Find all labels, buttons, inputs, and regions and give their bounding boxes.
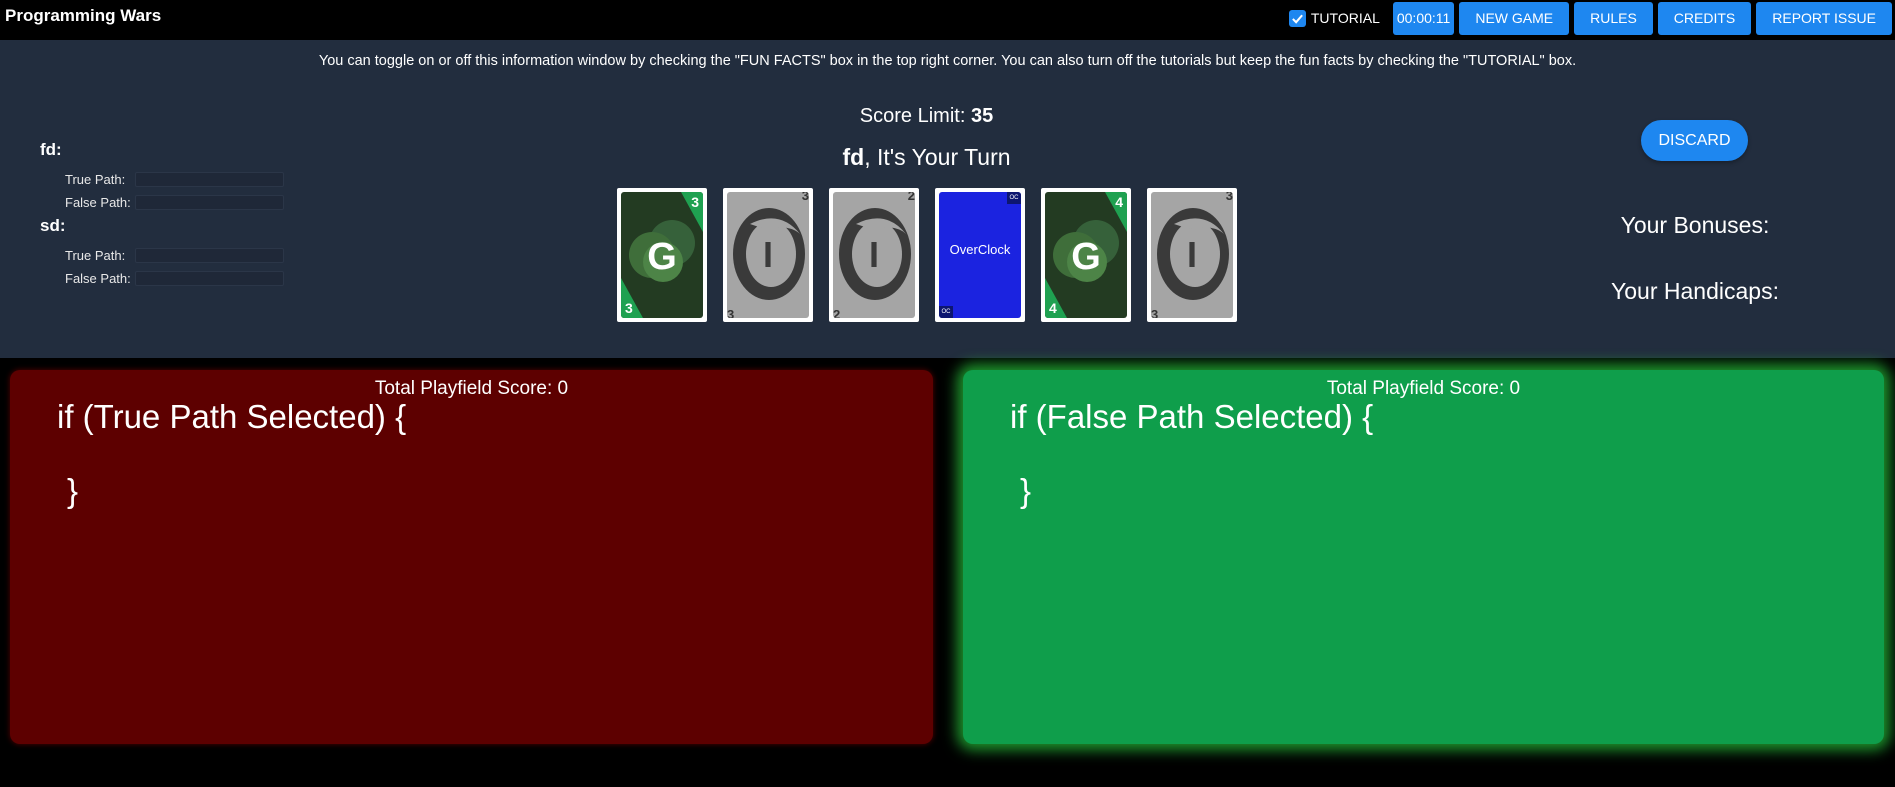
score-limit: Score Limit: 35 xyxy=(0,105,1853,128)
card-value: 3 xyxy=(801,192,809,203)
rules-button[interactable]: RULES xyxy=(1574,1,1653,35)
card-badge: OC xyxy=(939,306,953,318)
card-letter: I xyxy=(1186,234,1197,275)
true-path-label: True Path: xyxy=(65,248,126,263)
playfield-code-close: } xyxy=(1020,472,1032,509)
card-face: G 3 3 xyxy=(621,192,703,318)
true-path-row: True Path: xyxy=(65,244,284,267)
card-badge: OC xyxy=(1007,192,1021,204)
card-face: I 3 3 xyxy=(727,192,809,318)
card-face: G 4 4 xyxy=(1045,192,1127,318)
player-entry: sd: True Path: False Path: xyxy=(40,216,284,290)
playfield-code-open: if (True Path Selected) { xyxy=(57,398,407,435)
false-path-row: False Path: xyxy=(65,191,284,214)
hand-card[interactable]: OverClock OC OC xyxy=(935,188,1025,322)
player-name: sd: xyxy=(40,216,66,235)
false-path-playfield[interactable]: Total Playfield Score: 0 if (False Path … xyxy=(963,370,1884,744)
credits-button[interactable]: CREDITS xyxy=(1657,1,1752,35)
top-controls: TUTORIAL 00:00:11 NEW GAME RULES CREDITS… xyxy=(1288,1,1892,35)
card-value: 4 xyxy=(1049,300,1057,316)
card-value: 3 xyxy=(727,307,735,318)
hand-card[interactable]: I 3 3 xyxy=(1147,188,1237,322)
discard-button[interactable]: DISCARD xyxy=(1641,120,1748,161)
turn-indicator: fd, It's Your Turn xyxy=(0,144,1853,171)
true-path-playfield[interactable]: Total Playfield Score: 0 if (True Path S… xyxy=(10,370,933,744)
card-label: OverClock xyxy=(949,242,1011,257)
player-hand: G 3 3 I 3 3 I 2 2 OverClock OC OC G 4 4 … xyxy=(617,188,1237,322)
turn-suffix: , It's Your Turn xyxy=(864,144,1011,170)
top-bar: Programming Wars TUTORIAL 00:00:11 NEW G… xyxy=(0,0,1895,40)
current-player: fd xyxy=(842,144,865,170)
true-path-bar xyxy=(135,172,284,187)
true-path-bar xyxy=(135,248,284,263)
handicaps-label: Your Handicaps: xyxy=(1611,278,1779,304)
new-game-button[interactable]: NEW GAME xyxy=(1459,1,1570,35)
card-letter: G xyxy=(1071,236,1101,278)
true-path-label: True Path: xyxy=(65,172,126,187)
true-path-row: True Path: xyxy=(65,168,284,191)
playfield-code-open: if (False Path Selected) { xyxy=(1010,398,1374,435)
card-value: 3 xyxy=(625,300,633,316)
card-face: OverClock OC OC xyxy=(939,192,1021,318)
game-timer: 00:00:11 xyxy=(1392,1,1455,35)
playfield-score: Total Playfield Score: 0 xyxy=(1326,378,1521,399)
card-value: 2 xyxy=(833,307,841,318)
card-value: 3 xyxy=(691,194,699,210)
hand-card[interactable]: I 2 2 xyxy=(829,188,919,322)
bonuses-label: Your Bonuses: xyxy=(1620,212,1770,238)
card-value: 3 xyxy=(1225,192,1233,203)
card-face: I 2 2 xyxy=(833,192,915,318)
tutorial-label: TUTORIAL xyxy=(1310,10,1380,26)
false-path-row: False Path: xyxy=(65,267,284,290)
card-letter: I xyxy=(762,234,773,275)
false-path-label: False Path: xyxy=(65,271,131,286)
hand-card[interactable]: G 3 3 xyxy=(617,188,707,322)
card-letter: G xyxy=(647,236,677,278)
playfield-code-close: } xyxy=(67,472,79,509)
score-limit-label: Score Limit: xyxy=(859,105,971,127)
card-value: 3 xyxy=(1151,307,1159,318)
card-letter: I xyxy=(868,234,879,275)
false-path-bar xyxy=(135,271,284,286)
hand-card[interactable]: G 4 4 xyxy=(1041,188,1131,322)
card-face: I 3 3 xyxy=(1151,192,1233,318)
playfield-score: Total Playfield Score: 0 xyxy=(374,378,569,399)
hand-card[interactable]: I 3 3 xyxy=(723,188,813,322)
info-message: You can toggle on or off this informatio… xyxy=(318,53,1577,69)
false-path-bar xyxy=(135,195,284,210)
report-issue-button[interactable]: REPORT ISSUE xyxy=(1756,1,1892,35)
score-limit-value: 35 xyxy=(970,105,994,127)
card-value: 4 xyxy=(1115,194,1123,210)
card-value: 2 xyxy=(907,192,915,203)
tutorial-toggle[interactable]: TUTORIAL xyxy=(1288,9,1380,27)
app-title: Programming Wars xyxy=(5,6,162,25)
checkmark-icon xyxy=(1292,14,1303,24)
game-panel: You can toggle on or off this informatio… xyxy=(0,40,1895,358)
false-path-label: False Path: xyxy=(65,195,131,210)
tutorial-checkbox[interactable] xyxy=(1288,9,1306,27)
